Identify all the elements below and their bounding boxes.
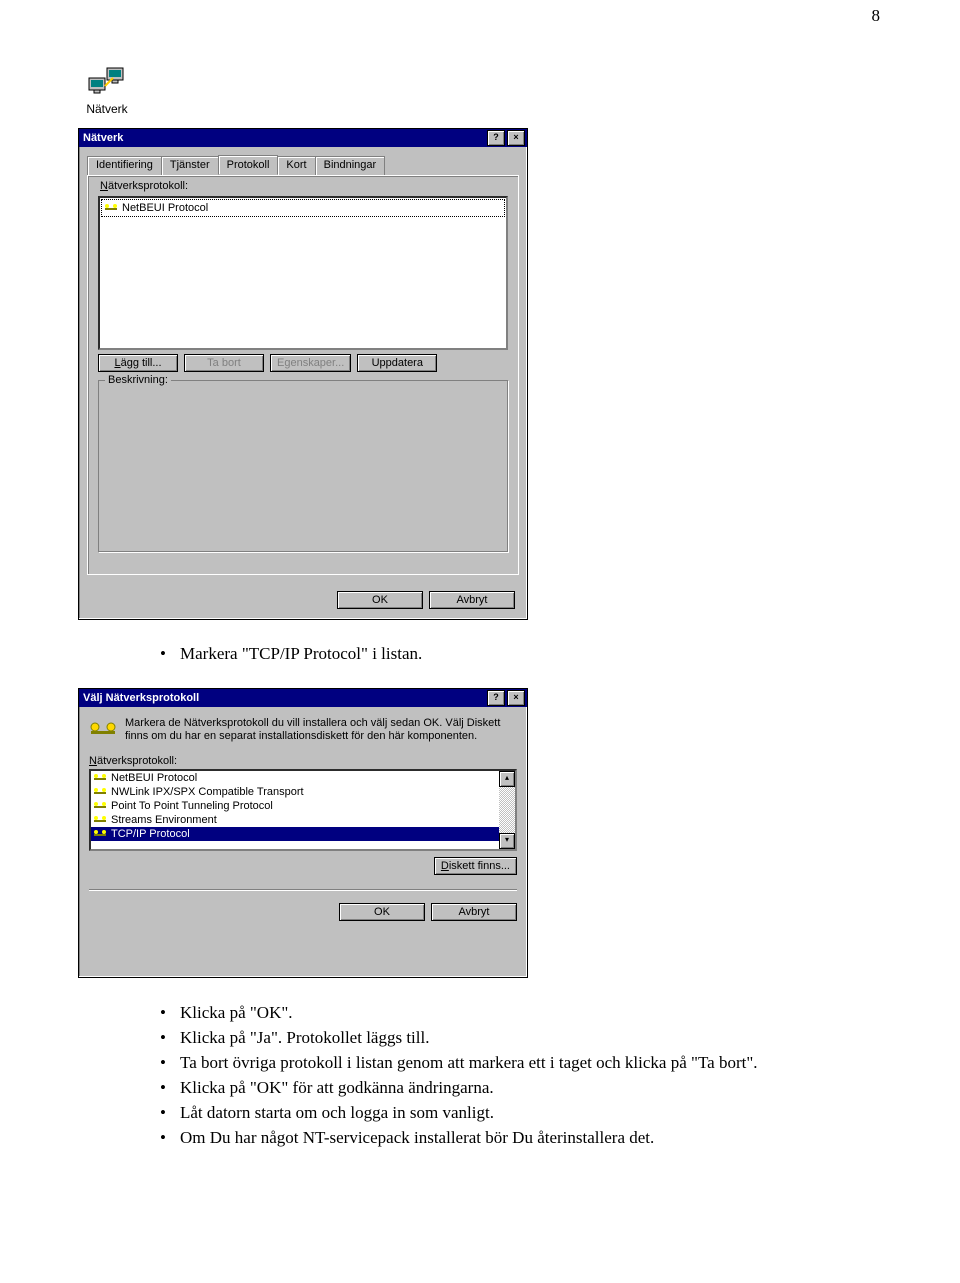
have-disk-button[interactable]: Diskett finns... bbox=[434, 857, 517, 875]
scrollbar[interactable]: ▴ ▾ bbox=[499, 771, 515, 849]
protocol-icon bbox=[93, 827, 107, 841]
protocol-icon bbox=[89, 717, 117, 745]
desktop-icon-label: Nätverk bbox=[78, 102, 136, 116]
list-item[interactable]: Point To Point Tunneling Protocol bbox=[91, 799, 499, 813]
network-dialog: Nätverk ? × Identifiering Tjänster Proto… bbox=[78, 128, 528, 620]
instruction-mid: Markera "TCP/IP Protocol" i listan. bbox=[160, 644, 960, 664]
page-number: 8 bbox=[0, 0, 960, 26]
bullet-item: Låt datorn starta om och logga in som va… bbox=[160, 1102, 960, 1125]
protocol-icon bbox=[93, 785, 107, 799]
properties-button[interactable]: Egenskaper... bbox=[270, 354, 351, 372]
cancel-button[interactable]: Avbryt bbox=[431, 903, 517, 921]
ok-button[interactable]: OK bbox=[339, 903, 425, 921]
close-button[interactable]: × bbox=[507, 690, 525, 706]
list-item[interactable]: NetBEUI Protocol bbox=[101, 199, 505, 217]
description-group: Beskrivning: bbox=[98, 380, 508, 552]
update-button[interactable]: Uppdatera bbox=[357, 354, 437, 372]
dialog-title: Nätverk bbox=[83, 129, 485, 147]
dialog-buttons: OK Avbryt bbox=[337, 591, 515, 609]
tab-kort[interactable]: Kort bbox=[277, 156, 315, 176]
protocol-listbox[interactable]: NetBEUI Protocol NWLink IPX/SPX Compatib… bbox=[89, 769, 517, 851]
list-item-label: NetBEUI Protocol bbox=[111, 772, 197, 784]
scroll-track[interactable] bbox=[499, 787, 515, 833]
instruction-text: Markera de Nätverksprotokoll du vill ins… bbox=[125, 717, 517, 745]
list-item-label: Streams Environment bbox=[111, 814, 217, 826]
ok-button[interactable]: OK bbox=[337, 591, 423, 609]
instruction-list: Klicka på "OK". Klicka på "Ja". Protokol… bbox=[160, 1002, 960, 1150]
bullet-item: Klicka på "OK". bbox=[160, 1002, 960, 1025]
list-item[interactable]: NetBEUI Protocol bbox=[91, 771, 499, 785]
list-item-label: Point To Point Tunneling Protocol bbox=[111, 800, 273, 812]
tab-panel: Nätverksprotokoll: NetBEUI Protocol Lägg… bbox=[87, 175, 519, 575]
add-button[interactable]: Lägg till... bbox=[98, 354, 178, 372]
divider bbox=[89, 889, 517, 891]
list-item-label: TCP/IP Protocol bbox=[111, 828, 190, 840]
bullet-item: Klicka på "OK" för att godkänna ändringa… bbox=[160, 1077, 960, 1100]
protocol-list-label: Nätverksprotokoll: bbox=[89, 755, 517, 767]
titlebar[interactable]: Välj Nätverksprotokoll ? × bbox=[79, 689, 527, 707]
tab-tjanster[interactable]: Tjänster bbox=[161, 156, 219, 176]
list-item-label: NetBEUI Protocol bbox=[122, 202, 208, 214]
scroll-down-icon[interactable]: ▾ bbox=[499, 833, 515, 849]
titlebar[interactable]: Nätverk ? × bbox=[79, 129, 527, 147]
protocol-icon bbox=[104, 201, 118, 215]
bullet-item: Klicka på "Ja". Protokollet läggs till. bbox=[160, 1027, 960, 1050]
bullet-item: Markera "TCP/IP Protocol" i listan. bbox=[160, 644, 960, 664]
bullet-item: Ta bort övriga protokoll i listan genom … bbox=[160, 1052, 960, 1075]
close-button[interactable]: × bbox=[507, 130, 525, 146]
list-item-label: NWLink IPX/SPX Compatible Transport bbox=[111, 786, 304, 798]
protocol-icon bbox=[93, 799, 107, 813]
network-icon bbox=[87, 66, 127, 100]
help-button[interactable]: ? bbox=[487, 130, 505, 146]
description-label: Beskrivning: bbox=[105, 374, 171, 386]
tabstrip: Identifiering Tjänster Protokoll Kort Bi… bbox=[79, 147, 527, 175]
help-button[interactable]: ? bbox=[487, 690, 505, 706]
desktop-network-icon: Nätverk bbox=[78, 66, 136, 116]
list-item[interactable]: Streams Environment bbox=[91, 813, 499, 827]
list-item-selected[interactable]: TCP/IP Protocol bbox=[91, 827, 499, 841]
remove-button[interactable]: Ta bort bbox=[184, 354, 264, 372]
tab-protokoll[interactable]: Protokoll bbox=[218, 155, 279, 175]
protocol-listbox[interactable]: NetBEUI Protocol bbox=[98, 196, 508, 350]
protocol-list-label: Nätverksprotokoll: bbox=[100, 180, 188, 192]
button-row: Lägg till... Ta bort Egenskaper... Uppda… bbox=[98, 354, 437, 372]
tab-identifiering[interactable]: Identifiering bbox=[87, 156, 162, 176]
dialog-buttons: OK Avbryt bbox=[339, 903, 517, 921]
scroll-up-icon[interactable]: ▴ bbox=[499, 771, 515, 787]
list-item[interactable]: NWLink IPX/SPX Compatible Transport bbox=[91, 785, 499, 799]
bullet-item: Om Du har något NT-servicepack installer… bbox=[160, 1127, 960, 1150]
tab-bindningar[interactable]: Bindningar bbox=[315, 156, 386, 176]
cancel-button[interactable]: Avbryt bbox=[429, 591, 515, 609]
instruction-row: Markera de Nätverksprotokoll du vill ins… bbox=[89, 717, 517, 745]
dialog-title: Välj Nätverksprotokoll bbox=[83, 689, 485, 707]
protocol-icon bbox=[93, 771, 107, 785]
select-protocol-dialog: Välj Nätverksprotokoll ? × Markera de Nä… bbox=[78, 688, 528, 978]
protocol-icon bbox=[93, 813, 107, 827]
dialog-body: Markera de Nätverksprotokoll du vill ins… bbox=[79, 707, 527, 985]
